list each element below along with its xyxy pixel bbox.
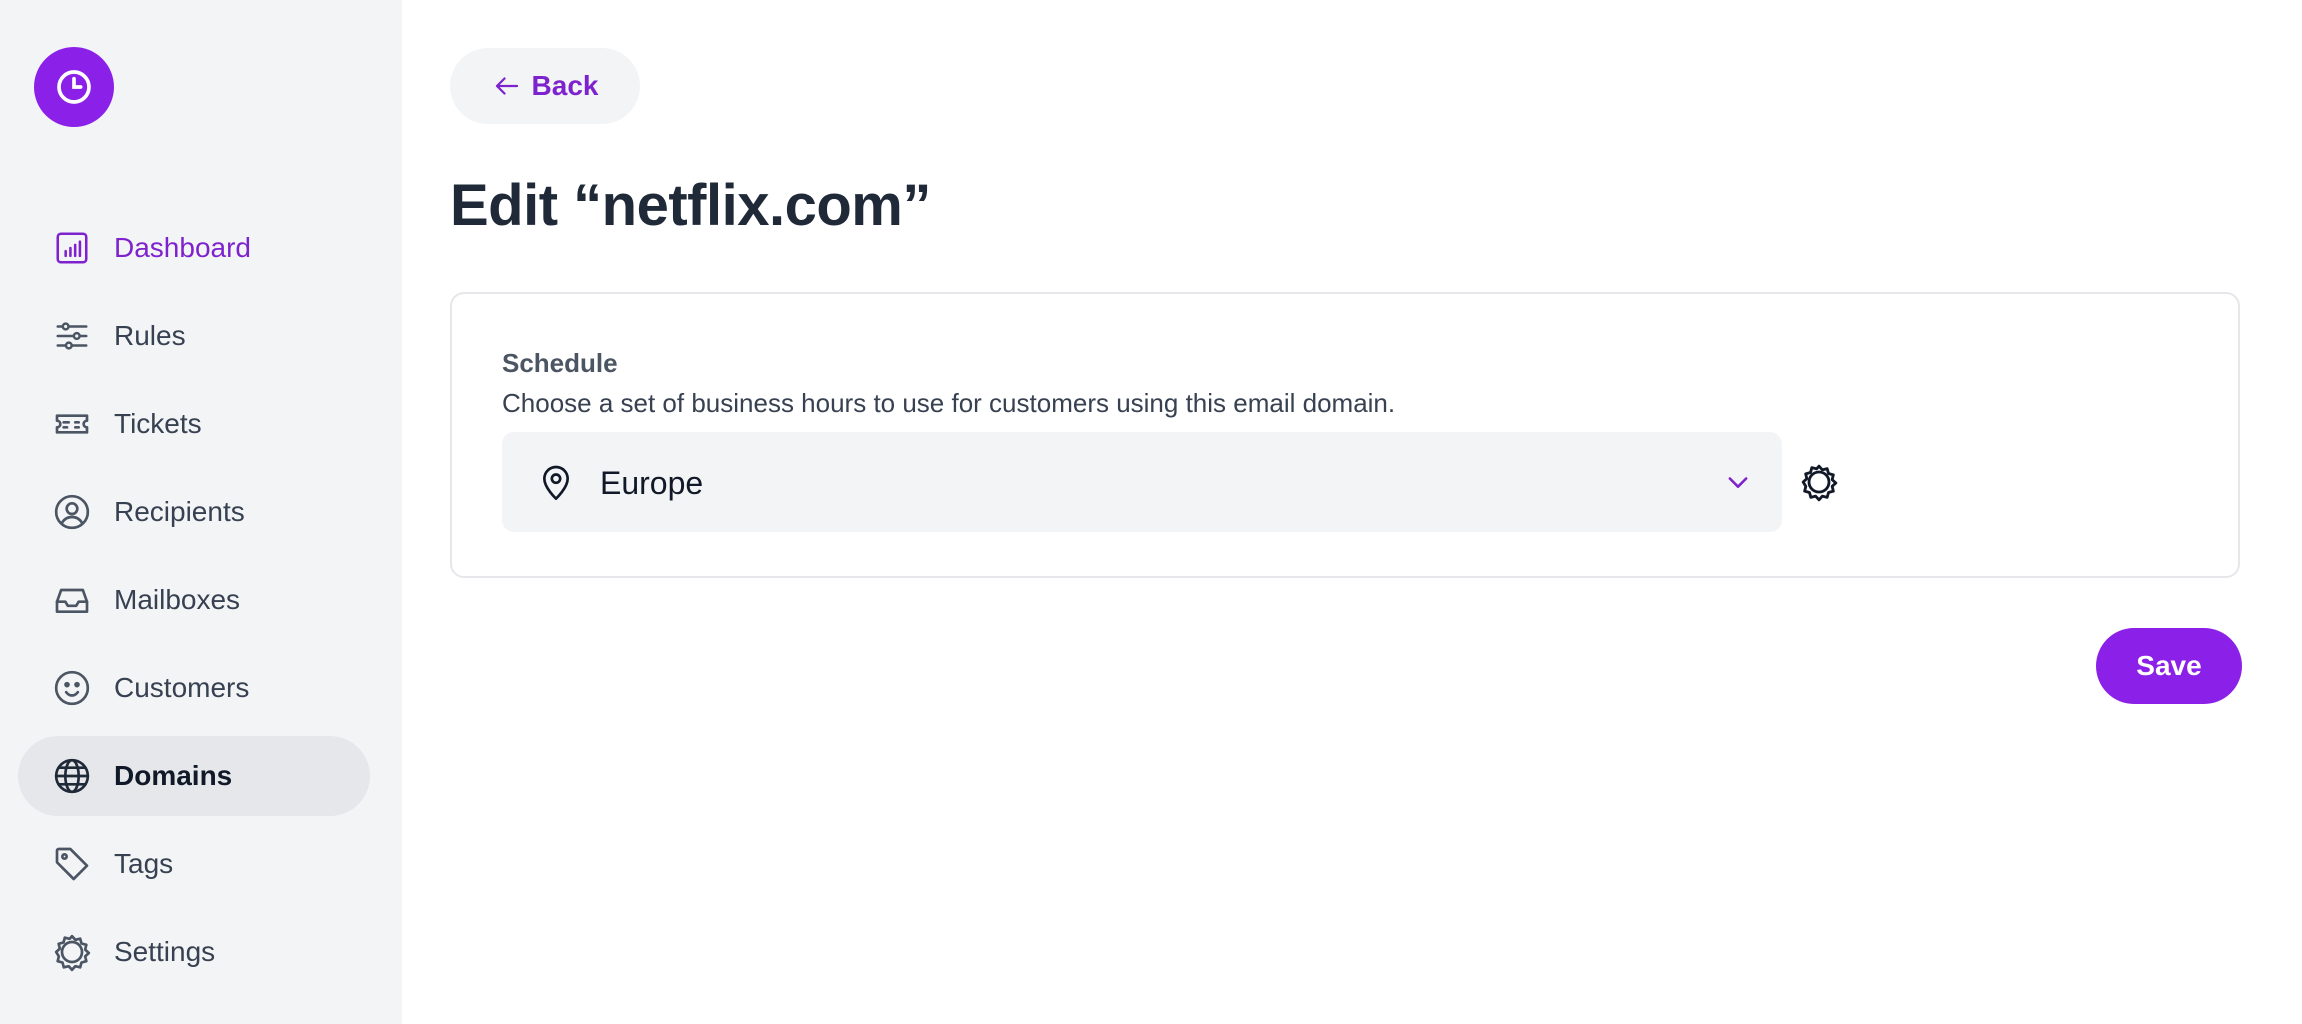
back-button[interactable]: Back [450, 48, 640, 124]
sliders-icon [52, 316, 92, 356]
sidebar-item-label: Tickets [114, 408, 202, 439]
globe-icon [52, 756, 92, 796]
sidebar-item-label: Tags [114, 848, 174, 879]
page-title: Edit “netflix.com” [450, 173, 931, 238]
sidebar-item-dashboard[interactable]: Dashboard [18, 208, 370, 288]
sidebar-item-label: Domains [114, 760, 233, 791]
schedule-heading: Schedule [502, 348, 618, 378]
user-circle-icon [52, 492, 92, 532]
save-button[interactable]: Save [2096, 628, 2242, 704]
chart-icon [52, 228, 92, 268]
inbox-icon [52, 580, 92, 620]
sidebar-item-label: Dashboard [114, 232, 251, 263]
smiley-icon [52, 668, 92, 708]
tag-icon [52, 844, 92, 884]
sidebar-item-tickets[interactable]: Tickets [18, 384, 370, 464]
sidebar-item-label: Settings [114, 936, 216, 967]
gear-icon [52, 932, 92, 972]
sidebar-item-label: Mailboxes [114, 584, 241, 615]
sidebar-item-settings[interactable]: Settings [18, 912, 370, 992]
main-content: Back Edit “netflix.com” Schedule Choose … [402, 0, 2302, 1024]
sidebar-item-label: Recipients [114, 496, 245, 527]
sidebar-item-rules[interactable]: Rules [18, 296, 370, 376]
schedule-select-value: Europe [600, 465, 704, 501]
sidebar-item-label: Customers [114, 672, 250, 703]
arrow-left-icon [495, 77, 518, 95]
schedule-description: Choose a set of business hours to use fo… [502, 388, 1396, 418]
schedule-card: Schedule Choose a set of business hours … [450, 292, 2240, 578]
app-logo[interactable] [34, 47, 114, 127]
schedule-select[interactable]: Europe [502, 432, 1782, 532]
sidebar-item-tags[interactable]: Tags [18, 824, 370, 904]
chevron-down-icon [1724, 468, 1752, 501]
sidebar-item-label: Rules [114, 320, 186, 351]
sidebar-item-domains[interactable]: Domains [18, 736, 370, 816]
sidebar-item-mailboxes[interactable]: Mailboxes [18, 560, 370, 640]
map-pin-icon [536, 462, 576, 507]
schedule-settings-gear-icon[interactable] [1799, 462, 1839, 502]
back-button-label: Back [531, 70, 599, 101]
sidebar-item-recipients[interactable]: Recipients [18, 472, 370, 552]
sidebar: Dashboard Rules Tickets Recipients Mailb… [0, 0, 402, 1024]
ticket-icon [52, 404, 92, 444]
sidebar-item-customers[interactable]: Customers [18, 648, 370, 728]
clock-icon [57, 70, 91, 104]
